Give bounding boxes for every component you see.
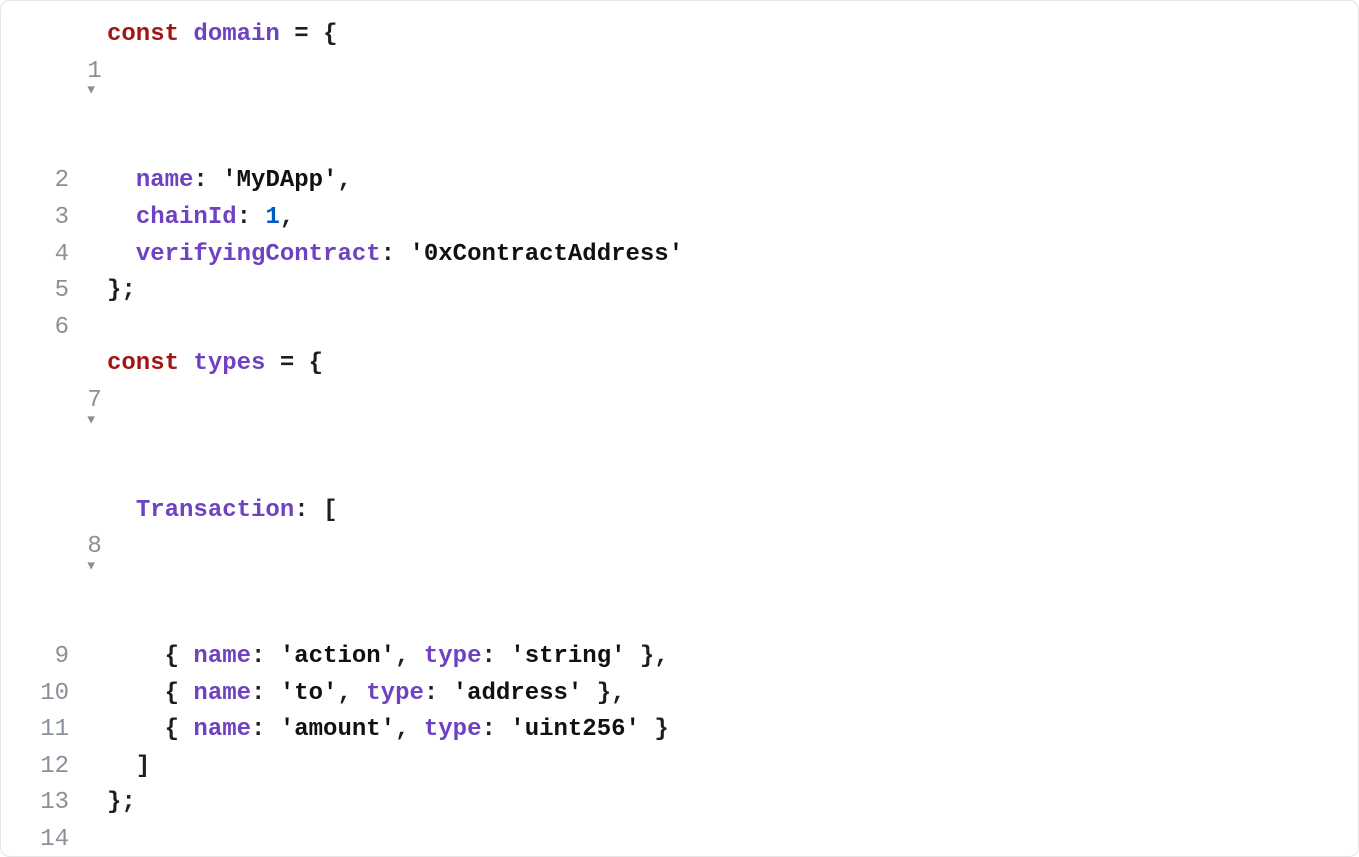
code-line: 6	[1, 310, 1358, 347]
line-number: 9	[1, 639, 77, 676]
code-line: 13 };	[1, 785, 1358, 822]
line-number: 12	[1, 749, 77, 786]
line-number: 7 ▼	[1, 346, 77, 492]
fold-icon[interactable]: ▼	[87, 559, 95, 572]
line-number: 5	[1, 273, 77, 310]
fold-icon[interactable]: ▼	[87, 84, 95, 97]
line-number: 3	[1, 200, 77, 237]
line-number: 11	[1, 712, 77, 749]
line-number: 10	[1, 676, 77, 713]
code-line: 10 { name: 'to', type: 'address' },	[1, 676, 1358, 713]
fold-icon[interactable]: ▼	[87, 413, 95, 426]
code-line: 14	[1, 822, 1358, 857]
line-number: 8 ▼	[1, 493, 77, 639]
line-number: 13	[1, 785, 77, 822]
code-line: 12 ]	[1, 749, 1358, 786]
line-number: 2	[1, 163, 77, 200]
code-line: 9 { name: 'action', type: 'string' },	[1, 639, 1358, 676]
code-line: 2 name: 'MyDApp',	[1, 163, 1358, 200]
code-line: 3 chainId: 1,	[1, 200, 1358, 237]
line-number: 6	[1, 310, 77, 347]
code-line: 4 verifyingContract: '0xContractAddress'	[1, 237, 1358, 274]
code-line: 11 { name: 'amount', type: 'uint256' }	[1, 712, 1358, 749]
code-editor[interactable]: 1 ▼ const domain = { 2 name: 'MyDApp', 3…	[0, 0, 1359, 857]
code-line: 8 ▼ Transaction: [	[1, 493, 1358, 639]
line-number: 1 ▼	[1, 17, 77, 163]
code-line: 5 };	[1, 273, 1358, 310]
line-number: 4	[1, 237, 77, 274]
line-number: 14	[1, 822, 77, 857]
code-line: 1 ▼ const domain = {	[1, 17, 1358, 163]
code-line: 7 ▼ const types = {	[1, 346, 1358, 492]
